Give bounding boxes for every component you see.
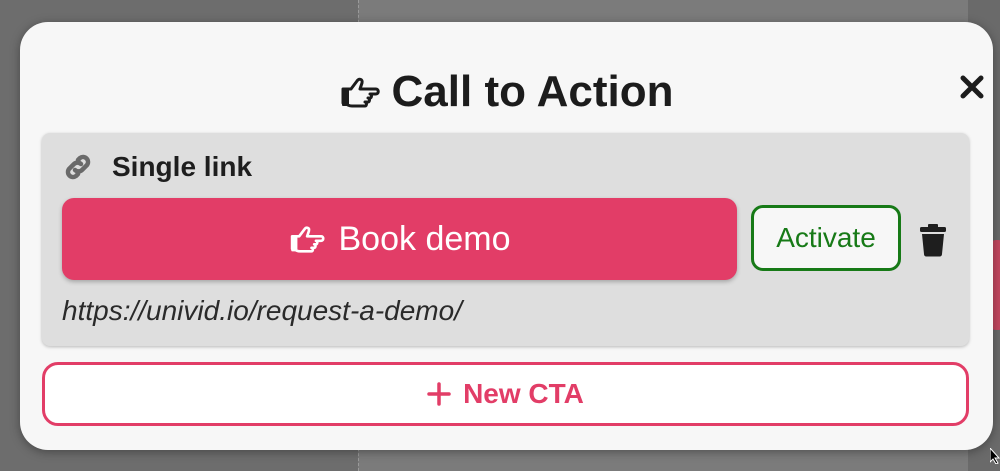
- cta-card: Single link Book demo Activate https://u…: [42, 133, 969, 346]
- link-icon: [65, 154, 91, 180]
- cta-modal: Call to Action Single link Book demo Act…: [20, 22, 993, 450]
- modal-title: Call to Action: [391, 67, 674, 116]
- book-demo-label: Book demo: [338, 219, 511, 258]
- hand-pointing-right-icon: [341, 77, 380, 108]
- new-cta-label: New CTA: [463, 378, 584, 409]
- activate-button[interactable]: Activate: [751, 205, 901, 271]
- mouse-cursor-icon: [990, 448, 1000, 464]
- plus-icon: [427, 382, 451, 406]
- trash-icon: [920, 224, 946, 257]
- delete-cta-button[interactable]: [919, 223, 949, 257]
- new-cta-button[interactable]: New CTA: [42, 362, 969, 426]
- cta-card-header: Single link: [62, 151, 252, 183]
- cta-url: https://univid.io/request-a-demo/: [62, 295, 462, 326]
- hand-pointing-right-icon: [290, 226, 325, 253]
- close-button[interactable]: [955, 70, 989, 104]
- modal-header: Call to Action: [20, 70, 993, 114]
- close-icon: [960, 75, 984, 99]
- cta-type-label: Single link: [112, 151, 253, 182]
- book-demo-button[interactable]: Book demo: [62, 198, 737, 280]
